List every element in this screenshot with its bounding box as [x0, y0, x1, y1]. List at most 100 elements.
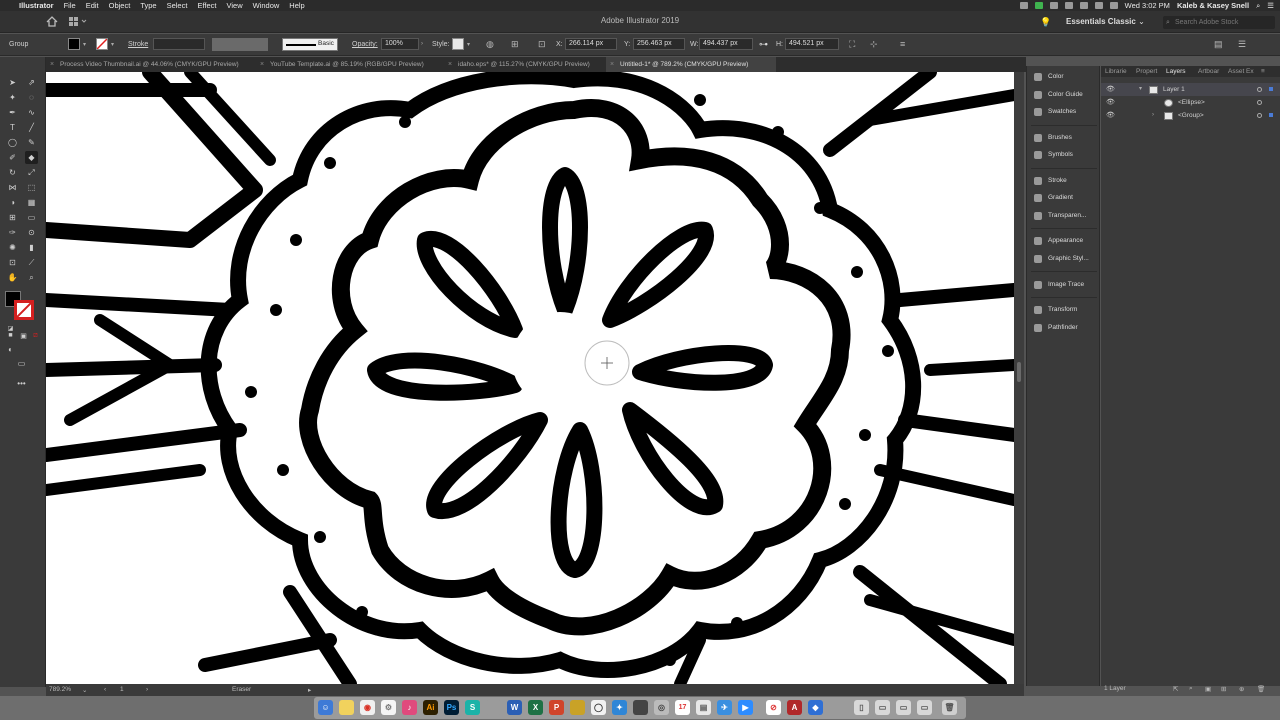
menu-effect[interactable]: Effect — [192, 0, 221, 11]
fill-swatch[interactable] — [68, 38, 80, 50]
panel-color-guide[interactable]: Color Guide — [1027, 87, 1101, 103]
brush-definition[interactable]: Basic — [282, 38, 338, 51]
x-field[interactable]: 266.114 px — [565, 38, 617, 50]
shape-builder-tool-icon[interactable]: ◑ — [6, 196, 19, 209]
close-tab-icon[interactable]: × — [260, 57, 264, 72]
selection-indicator[interactable] — [1269, 87, 1273, 91]
ellipse-tool-icon[interactable]: ◯ — [6, 136, 19, 149]
music-dock-icon[interactable]: ♪ — [402, 700, 417, 715]
scale-tool-icon[interactable]: ⤢ — [25, 166, 38, 179]
new-layer-icon[interactable]: ⊕ — [1239, 685, 1244, 693]
tab-properties[interactable]: Propert — [1136, 66, 1157, 77]
close-tab-icon[interactable]: × — [448, 57, 452, 72]
tab-process-video-thumbnail[interactable]: × Process Video Thumbnail.ai @ 44.06% (CM… — [46, 57, 256, 72]
panel-color[interactable]: Color — [1027, 69, 1101, 85]
edit-toolbar-icon[interactable]: ••• — [15, 377, 28, 390]
menu-app[interactable]: Illustrator — [14, 0, 59, 11]
mandala-artwork[interactable] — [46, 72, 1014, 684]
style-dropdown-icon[interactable]: ▾ — [467, 41, 470, 48]
panel-transform[interactable]: Transform — [1027, 302, 1101, 318]
panel-image-trace[interactable]: Image Trace — [1027, 277, 1101, 293]
column-graph-tool-icon[interactable]: ▮ — [25, 241, 38, 254]
downloads-dock-icon[interactable]: ▭ — [896, 700, 911, 715]
lasso-tool-icon[interactable]: ◌ — [25, 91, 38, 104]
opacity-label[interactable]: Opacity: — [352, 41, 378, 48]
zoom-dropdown-icon[interactable]: ⌄ — [82, 686, 87, 694]
wifi-icon[interactable] — [1079, 2, 1088, 9]
vertical-scrollbar[interactable] — [1014, 72, 1024, 684]
height-field[interactable]: 494.521 px — [785, 38, 839, 50]
fill-dropdown-icon[interactable]: ▾ — [83, 41, 86, 48]
utility-dock-icon[interactable] — [633, 700, 648, 715]
tab-layers[interactable]: Layers — [1166, 66, 1186, 77]
sublayer-row[interactable]: 👁 › <Group> — [1101, 109, 1280, 122]
panel-stroke[interactable]: Stroke — [1027, 173, 1101, 189]
menu-edit[interactable]: Edit — [81, 0, 104, 11]
center-ellipse[interactable] — [512, 312, 608, 408]
extension-icon[interactable] — [1049, 2, 1058, 9]
none-mode-icon[interactable]: ⧄ — [29, 329, 42, 342]
close-tab-icon[interactable]: × — [50, 57, 54, 72]
target-icon[interactable] — [1257, 100, 1262, 105]
symbol-sprayer-tool-icon[interactable]: ✺ — [6, 241, 19, 254]
pen-tool-icon[interactable]: ✒ — [6, 106, 19, 119]
shaper-tool-icon[interactable]: ✐ — [6, 151, 19, 164]
new-sublayer-icon[interactable]: ⊞ — [1221, 685, 1226, 693]
battery-icon[interactable] — [1109, 2, 1118, 9]
y-field[interactable]: 256.463 px — [633, 38, 685, 50]
zoom-dock-icon[interactable]: ▶ — [738, 700, 753, 715]
excel-dock-icon[interactable]: X — [528, 700, 543, 715]
dropbox-dock-icon[interactable]: ◆ — [808, 700, 823, 715]
drawing-mode-icon[interactable]: ◐ — [4, 343, 17, 356]
color-mode-icon[interactable]: ■ — [4, 329, 17, 342]
stroke-swatch[interactable] — [96, 38, 108, 50]
folder-dock-icon[interactable]: ▭ — [875, 700, 890, 715]
stroke-label[interactable]: Stroke — [128, 41, 148, 48]
panel-symbols[interactable]: Symbols — [1027, 147, 1101, 163]
trash-dock-icon[interactable]: 🗑 — [942, 700, 957, 715]
screen-mode-icon[interactable]: ▭ — [15, 357, 28, 370]
stroke-dropdown-icon[interactable]: ▾ — [111, 41, 114, 48]
app-dock-icon[interactable] — [570, 700, 585, 715]
zoom-tool-icon[interactable]: ⌕ — [25, 271, 38, 284]
document-dock-icon[interactable]: ▯ — [854, 700, 869, 715]
curvature-tool-icon[interactable]: ∿ — [25, 106, 38, 119]
workspace-switcher[interactable]: Essentials Classic ⌄ — [1066, 17, 1145, 26]
graphic-style-swatch[interactable] — [452, 38, 464, 50]
spotlight-icon[interactable]: ⌕ — [1256, 1, 1260, 11]
panel-transparency[interactable]: Transparen... — [1027, 208, 1101, 224]
hand-tool-icon[interactable]: ✋ — [6, 271, 19, 284]
image-capture-dock-icon[interactable]: ▤ — [696, 700, 711, 715]
current-tool-name[interactable]: Eraser — [232, 686, 251, 693]
panel-swatches[interactable]: Swatches — [1027, 104, 1101, 120]
menubar-clock[interactable]: Wed 3:02 PM — [1125, 1, 1170, 10]
opacity-field[interactable]: 100% — [381, 38, 419, 50]
no-entry-dock-icon[interactable]: ⊘ — [766, 700, 781, 715]
panel-menu-icon[interactable]: ≡ — [1261, 66, 1265, 77]
constrain-proportions-icon[interactable]: ⊶ — [759, 39, 768, 50]
powerpoint-dock-icon[interactable]: P — [549, 700, 564, 715]
dropbox-menubar-icon[interactable] — [1064, 2, 1073, 9]
line-segment-tool-icon[interactable]: ╱ — [25, 121, 38, 134]
acrobat-dock-icon[interactable]: A — [787, 700, 802, 715]
menu-select[interactable]: Select — [162, 0, 193, 11]
stroke-weight-field[interactable] — [153, 38, 205, 50]
calendar-dock-icon[interactable]: 17 — [675, 700, 690, 715]
more-options-icon[interactable]: ≡ — [900, 39, 905, 49]
locate-object-icon[interactable]: ⌕ — [1189, 685, 1193, 693]
delete-layer-icon[interactable]: 🗑 — [1257, 685, 1265, 693]
panel-menu-icon[interactable]: ☰ — [1238, 39, 1246, 50]
mesh-tool-icon[interactable]: ⊞ — [6, 211, 19, 224]
next-artboard-icon[interactable]: › — [146, 686, 148, 693]
type-tool-icon[interactable]: T — [6, 121, 19, 134]
align-icon[interactable]: ⊞ — [511, 39, 519, 50]
rotate-tool-icon[interactable]: ↻ — [6, 166, 19, 179]
tab-untitled-1[interactable]: × Untitled-1* @ 789.2% (CMYK/GPU Preview) — [606, 57, 776, 72]
direct-selection-tool-icon[interactable]: ⇗ — [25, 76, 38, 89]
menu-object[interactable]: Object — [104, 0, 136, 11]
sublayer-name[interactable]: <Group> — [1178, 109, 1204, 122]
reference-point-icon[interactable]: ⊡ — [538, 39, 546, 50]
pages-dock-icon[interactable] — [486, 700, 501, 715]
menu-file[interactable]: File — [59, 0, 81, 11]
menu-window[interactable]: Window — [248, 0, 285, 11]
